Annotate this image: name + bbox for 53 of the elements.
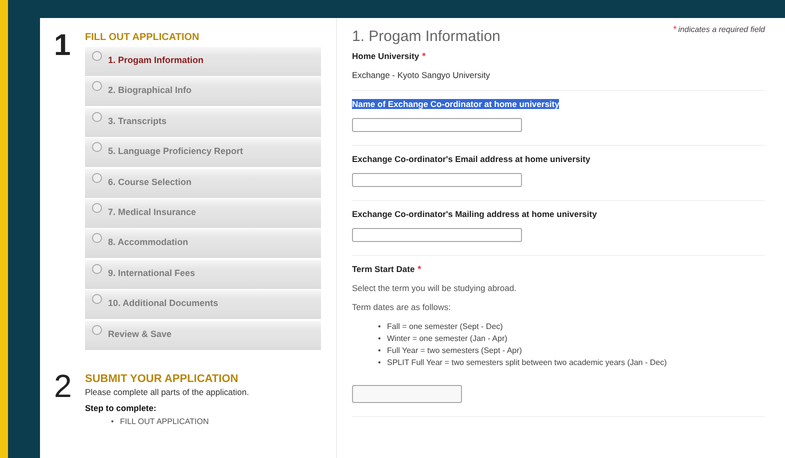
list-item: FILL OUT APPLICATION [120, 416, 209, 428]
field-label: Home University [352, 51, 420, 61]
text-input[interactable] [352, 118, 522, 132]
step-item[interactable]: 7. Medical Insurance [85, 198, 321, 228]
step-item[interactable]: 1. Progam Information [85, 47, 321, 76]
field-label: Term Start Date [352, 264, 415, 274]
list-item: Winter = one semester (Jan - Apr) [387, 333, 508, 345]
text-input[interactable] [352, 173, 522, 187]
bullet-marker: • [378, 333, 382, 345]
term-dropdown[interactable] [352, 385, 462, 403]
step-item[interactable]: 3. Transcripts [85, 108, 321, 137]
help-text: Term dates are as follows: [352, 302, 452, 312]
step-item[interactable]: 10. Additional Documents [85, 290, 321, 320]
list-item: SPLIT Full Year = two semesters split between two academic years (Jan - Dec) [387, 357, 667, 369]
instruction-text: Please complete all parts of the application. [85, 386, 250, 397]
bullet-marker: • [378, 357, 382, 369]
step-item[interactable]: Review & Save [85, 320, 321, 350]
radio-icon [92, 202, 102, 213]
radio-icon [92, 81, 102, 92]
required-asterisk: * [672, 24, 676, 34]
step-number: 1 [54, 32, 72, 64]
required-asterisk: * [422, 51, 426, 61]
section-heading: SUBMIT YOUR APPLICATION [85, 372, 240, 387]
radio-icon [92, 51, 102, 61]
radio-icon [92, 142, 102, 152]
required-note: indicates a required field [678, 25, 765, 34]
step-item[interactable]: 8. Accommodation [85, 229, 321, 258]
field-label: Name of Exchange Co-ordinator at home university [352, 99, 560, 109]
field-value: Exchange - Kyoto Sangyo University [352, 70, 491, 80]
bullet-marker: • [111, 416, 115, 428]
list-item: Fall = one semester (Sept - Dec) [387, 321, 503, 333]
step-number: 2 [54, 370, 73, 406]
field-label: Exchange Co-ordinator's Mailing address at home university [352, 209, 597, 219]
text-input[interactable] [352, 228, 522, 242]
list-item: Full Year = two semesters (Sept - Apr) [387, 345, 522, 357]
radio-icon [92, 233, 102, 244]
bullet-marker: • [378, 345, 382, 357]
help-text: Select the term you will be studying abroad. [352, 283, 518, 293]
step-item[interactable]: 9. International Fees [85, 260, 321, 289]
radio-icon [92, 112, 102, 122]
step-item[interactable]: 6. Course Selection [85, 168, 321, 198]
radio-icon [92, 264, 102, 274]
section-heading: FILL OUT APPLICATION [85, 32, 200, 45]
radio-icon [92, 172, 102, 183]
step-item[interactable]: 5. Language Proficiency Report [85, 138, 321, 168]
required-asterisk: * [418, 264, 422, 274]
radio-icon [92, 324, 102, 335]
steps-label: Step to complete: [85, 402, 158, 413]
radio-icon [92, 294, 102, 304]
form-title: 1. Progam Information [352, 28, 500, 45]
bullet-marker: • [378, 321, 382, 333]
field-label: Exchange Co-ordinator's Email address at home university [352, 154, 590, 164]
step-item[interactable]: 2. Biographical Info [85, 77, 321, 106]
